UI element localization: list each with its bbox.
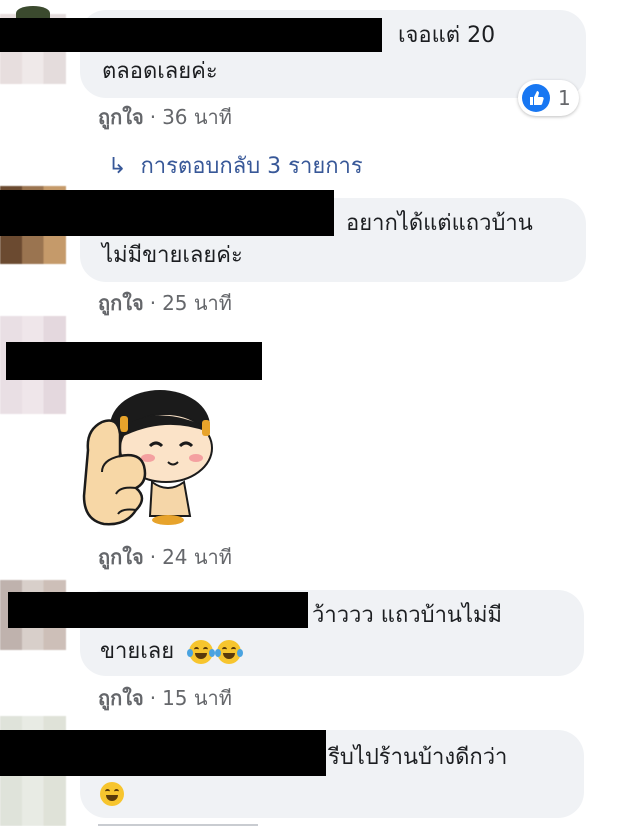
- laughing-tears-emoji-icon: [215, 640, 244, 664]
- grinning-emoji-icon: [100, 782, 124, 806]
- view-replies-label: การตอบกลับ 3 รายการ: [140, 154, 363, 179]
- comment-meta: ถูกใจ · 15 นาที: [98, 682, 232, 714]
- view-replies-link[interactable]: ↳ การตอบกลับ 3 รายการ: [108, 148, 363, 183]
- reaction-summary[interactable]: 1: [518, 80, 579, 116]
- comment-meta: ถูกใจ · 25 นาที: [98, 287, 232, 319]
- reply-arrow-icon: ↳: [108, 154, 127, 179]
- comment-text: ไม่มีขายเลยค่ะ: [102, 243, 243, 268]
- like-link[interactable]: ถูกใจ: [98, 686, 144, 710]
- separator: ·: [149, 545, 157, 569]
- comment-meta: [98, 818, 298, 826]
- timestamp[interactable]: 36 นาที: [162, 105, 232, 129]
- redacted-name: [6, 342, 262, 380]
- separator: ·: [149, 291, 157, 315]
- like-link[interactable]: ถูกใจ: [98, 105, 144, 129]
- comment-text: รีบไปร้านบ้างดีกว่า: [328, 745, 508, 770]
- timestamp[interactable]: 25 นาที: [162, 291, 232, 315]
- comment-text: ขายเลย: [100, 639, 175, 664]
- like-icon: [522, 84, 550, 112]
- comment-meta: ถูกใจ · 24 นาที: [98, 541, 232, 573]
- comment-text: เจอแต่ 20: [398, 23, 496, 48]
- timestamp[interactable]: 24 นาที: [162, 545, 232, 569]
- thumbs-up-girl-sticker-icon: [82, 390, 213, 526]
- comment-text: ตลอดเลยค่ะ: [102, 59, 218, 84]
- timestamp[interactable]: 15 นาที: [162, 686, 232, 710]
- laughing-tears-emoji-icon: [187, 640, 216, 664]
- comment-text: อยากได้แต่แถวบ้าน: [346, 211, 533, 236]
- redacted-name: [0, 730, 326, 776]
- redacted-name: [8, 592, 308, 628]
- separator: ·: [149, 105, 157, 129]
- reaction-count: 1: [558, 86, 571, 110]
- like-link[interactable]: ถูกใจ: [98, 291, 144, 315]
- comment-meta: ถูกใจ · 36 นาที: [98, 101, 232, 133]
- like-link[interactable]: ถูกใจ: [98, 545, 144, 569]
- redacted-name: [0, 190, 334, 236]
- comment-text: ว้าววว แถวบ้านไม่มี: [312, 603, 503, 628]
- redacted-name: [0, 18, 382, 52]
- sticker[interactable]: [80, 386, 230, 536]
- separator: ·: [149, 686, 157, 710]
